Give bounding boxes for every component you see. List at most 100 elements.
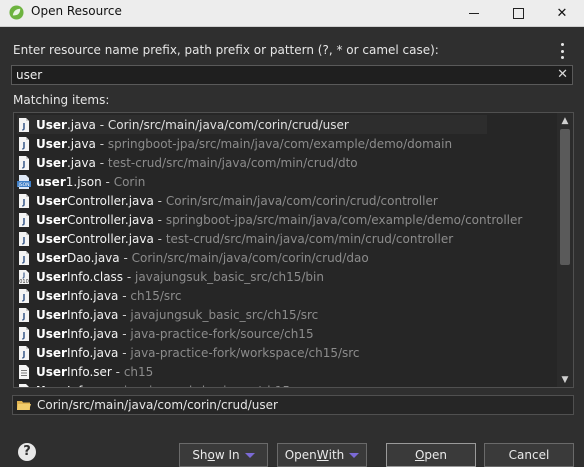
list-item[interactable]: J User.java - test-crud/src/main/java/com… (17, 153, 557, 172)
svg-text:J: J (22, 331, 26, 340)
java-file-icon: J (17, 212, 36, 227)
item-path: Corin (113, 174, 146, 189)
text-file-icon (17, 383, 36, 387)
item-path: Corin/src/main/java/com/corin/crud/contr… (165, 193, 438, 208)
item-separator: - (153, 193, 166, 208)
selected-path-text: Corin/src/main/java/com/corin/crud/user (37, 398, 278, 412)
show-in-label-b: w In (214, 448, 240, 462)
minimize-button[interactable] (452, 0, 496, 26)
clear-search-icon[interactable]: ✕ (557, 67, 568, 83)
minimize-icon (469, 12, 479, 14)
list-item[interactable]: J UserInfo.java - ch15/src (17, 286, 557, 305)
list-item[interactable]: J UserController.java - test-crud/src/mai… (17, 229, 557, 248)
svg-text:J: J (22, 122, 26, 131)
matching-items-list[interactable]: J User.java - Corin/src/main/java/com/cor… (13, 112, 574, 388)
svg-text:J: J (22, 141, 26, 150)
folder-icon (17, 401, 31, 410)
item-path: springboot-jpa/src/main/java/com/example… (107, 136, 453, 151)
item-path: javajungsuk_basic_src/ch15/bin (135, 269, 324, 284)
svg-text:J: J (22, 350, 26, 359)
item-path: test-crud/src/main/java/com/min/crud/dto (107, 155, 358, 170)
list-item[interactable]: UserInfo.ser - ch15 (17, 362, 557, 381)
list-item[interactable]: J 010 UserInfo.class - javajungsuk_basic_s… (17, 267, 557, 286)
title-bar: Open Resource ✕ (0, 0, 584, 27)
svg-text:J: J (22, 255, 26, 264)
list-item[interactable]: J UserDao.java - Corin/src/main/java/com/… (17, 248, 557, 267)
search-prompt: Enter resource name prefix, path prefix … (13, 43, 439, 57)
vertical-scrollbar[interactable]: ▲ ▼ (557, 113, 573, 387)
item-separator: - (118, 288, 131, 303)
scrollbar-thumb[interactable] (560, 129, 570, 265)
item-path: Corin/src/main/java/com/corin/crud/dao (131, 250, 369, 265)
item-separator: - (95, 155, 108, 170)
view-menu-icon[interactable] (558, 43, 566, 59)
item-name: UserDao.java (36, 250, 120, 265)
item-path: java-practice-fork/source/ch15 (130, 326, 314, 341)
item-name: User.java (36, 136, 96, 151)
java-file-icon: J (17, 136, 36, 151)
window-title: Open Resource (31, 4, 122, 18)
item-name: UserInfo.ser (36, 384, 112, 388)
item-separator: - (111, 364, 124, 379)
item-separator: - (153, 212, 166, 227)
item-path: springboot-jpa/src/main/java/com/example… (165, 212, 523, 227)
scroll-up-icon[interactable]: ▲ (560, 116, 570, 126)
show-in-label-a: Sh (192, 448, 208, 462)
open-mnemonic: O (414, 448, 425, 462)
svg-text:J: J (22, 236, 26, 245)
open-with-button[interactable]: Open With (277, 443, 367, 467)
item-name: UserController.java (36, 212, 154, 227)
open-button[interactable]: Open (386, 443, 476, 467)
svg-text:J: J (22, 198, 26, 207)
item-separator: - (118, 307, 131, 322)
svg-text:J: J (22, 293, 26, 302)
java-file-icon: J (17, 193, 36, 208)
maximize-button[interactable] (496, 0, 540, 26)
list-item[interactable]: J UserInfo.java - java-practice-fork/sour… (17, 324, 557, 343)
item-name: UserController.java (36, 193, 154, 208)
java-file-icon: J (17, 288, 36, 303)
list-item[interactable]: UserInfo.ser - javajungsuk_basic_src/ch1… (17, 381, 557, 388)
item-path: Corin/src/main/java/com/corin/crud/user (107, 117, 349, 132)
list-item[interactable]: J User.java - Corin/src/main/java/com/cor… (17, 115, 487, 134)
help-icon[interactable]: ? (18, 443, 36, 461)
svg-text:JSON: JSON (17, 182, 29, 188)
open-with-label-b: ith (328, 448, 345, 462)
java-file-icon: J (17, 117, 36, 132)
selected-path-bar: Corin/src/main/java/com/corin/crud/user (12, 395, 574, 415)
open-label: pen (424, 448, 448, 462)
list-item[interactable]: JSON user1.json - Corin (17, 172, 557, 191)
dropdown-caret-icon (349, 452, 360, 458)
item-path: javajungsuk_basic_src/ch15/src (130, 307, 319, 322)
json-file-icon: JSON (17, 174, 36, 189)
list-item[interactable]: J UserController.java - springboot-jpa/sr… (17, 210, 557, 229)
open-with-mnemonic: W (316, 448, 329, 462)
text-file-icon (17, 364, 36, 379)
maximize-icon (512, 7, 524, 19)
java-file-icon: J (17, 307, 36, 322)
item-path: ch15 (123, 364, 154, 379)
java-file-icon: J (17, 231, 36, 246)
close-icon: ✕ (556, 5, 568, 21)
list-item[interactable]: J UserInfo.java - javajungsuk_basic_src/c… (17, 305, 557, 324)
scroll-down-icon[interactable]: ▼ (560, 375, 570, 385)
show-in-button[interactable]: Sh o w In (179, 443, 268, 467)
resource-search-input[interactable]: user ✕ (11, 65, 573, 85)
list-item[interactable]: J UserController.java - Corin/src/main/ja… (17, 191, 557, 210)
item-name: UserInfo.java (36, 288, 119, 303)
svg-text:J: J (22, 217, 26, 226)
item-name: UserInfo.java (36, 326, 119, 341)
item-path: javajungsuk_basic_src/ch15 (124, 384, 290, 388)
item-path: test-crud/src/main/java/com/min/crud/con… (165, 231, 454, 246)
java-file-icon: J (17, 155, 36, 170)
close-button[interactable]: ✕ (540, 0, 584, 26)
search-input-value[interactable]: user (16, 68, 42, 82)
list-item[interactable]: J User.java - springboot-jpa/src/main/jav… (17, 134, 557, 153)
cancel-button[interactable]: Cancel (484, 443, 574, 467)
item-name: UserInfo.java (36, 307, 119, 322)
item-name: UserInfo.ser (36, 364, 112, 379)
open-with-label-a: Open (284, 448, 317, 462)
list-item[interactable]: J UserInfo.java - java-practice-fork/work… (17, 343, 557, 362)
item-separator: - (123, 269, 136, 284)
matching-items-label: Matching items: (13, 93, 110, 107)
